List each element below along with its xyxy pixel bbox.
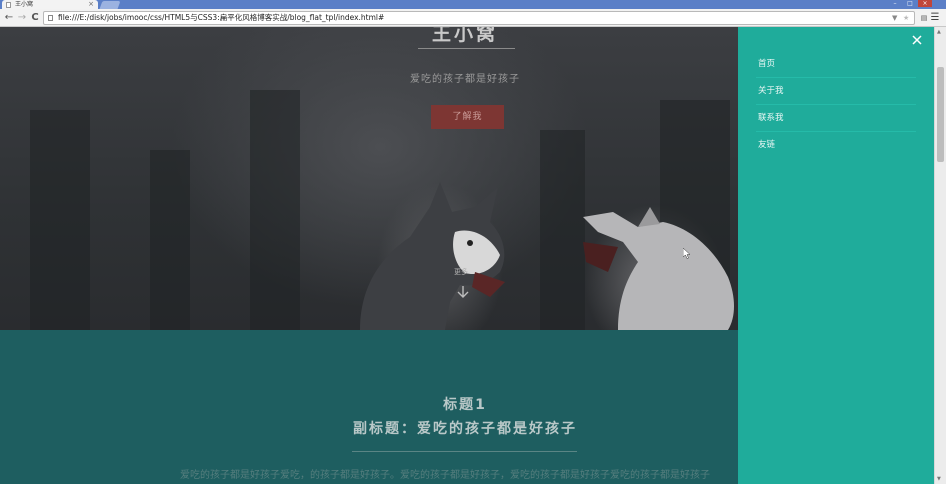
minimize-button[interactable]: – [888,0,902,7]
browser-tab[interactable]: 王小窝 × [2,0,98,9]
article-body: 爱吃的孩子都是好孩子爱吃，的孩子都是好孩子。爱吃的孩子都是好孩子，爱吃的孩子都是… [180,470,710,481]
side-menu-list: 首页 关于我 联系我 友链 [756,51,916,159]
browser-toolbar: ← → C file:///E:/disk/jobs/imooc/css/HTM… [0,9,946,27]
new-tab-button[interactable] [99,1,121,9]
title-divider [418,48,515,49]
chrome-menu-icon[interactable]: ☰ [930,12,940,24]
scrollbar-thumb[interactable] [937,67,944,162]
tab-title: 王小窝 [15,1,34,8]
hero-banner: 王小窝 爱吃的孩子都是好孩子 了解我 更多 [0,27,738,330]
menu-item-contact[interactable]: 联系我 [756,105,916,132]
article-divider [352,451,577,452]
reload-icon[interactable]: C [29,12,41,24]
dropdown-icon[interactable]: ▼ [892,12,897,24]
extension-icon[interactable]: ▤ [918,12,930,24]
husky-right-image [583,207,734,330]
menu-item-about[interactable]: 关于我 [756,78,916,105]
forward-icon[interactable]: → [16,12,28,24]
close-menu-icon[interactable] [910,33,924,47]
forest-tree [250,90,300,330]
page-icon [48,15,53,21]
husky-left-image [360,182,505,330]
back-icon[interactable]: ← [3,12,15,24]
page-favicon-icon [6,2,11,8]
maximize-button[interactable]: □ [903,0,917,7]
tab-close-icon[interactable]: × [88,0,94,9]
bookmark-star-icon[interactable]: ★ [903,12,909,24]
more-label[interactable]: 更多 [454,267,468,277]
forest-tree [30,110,90,330]
arrow-down-icon[interactable] [456,285,470,299]
close-window-button[interactable]: × [918,0,932,7]
scroll-down-icon[interactable]: ▼ [937,476,941,482]
scroll-up-icon[interactable]: ▲ [937,29,941,35]
menu-item-home[interactable]: 首页 [756,51,916,78]
side-menu: 首页 关于我 联系我 友链 [738,27,934,484]
menu-item-links[interactable]: 友链 [756,132,916,159]
browser-tabstrip: 王小窝 × – □ × [0,0,946,9]
address-bar[interactable]: file:///E:/disk/jobs/imooc/css/HTML5与CSS… [43,11,915,25]
about-me-button[interactable]: 了解我 [431,105,504,129]
url-text[interactable]: file:///E:/disk/jobs/imooc/css/HTML5与CSS… [58,12,384,24]
page-scrollbar[interactable]: ▲ ▼ [934,27,946,484]
mouse-cursor-icon [683,248,691,259]
forest-tree [150,150,190,330]
article-section: 标题1 副标题：爱吃的孩子都是好孩子 爱吃的孩子都是好孩子爱吃，的孩子都是好孩子… [0,330,738,484]
page-viewport: 王小窝 爱吃的孩子都是好孩子 了解我 更多 标题1 副标题：爱吃的孩子都是好孩子… [0,27,946,484]
